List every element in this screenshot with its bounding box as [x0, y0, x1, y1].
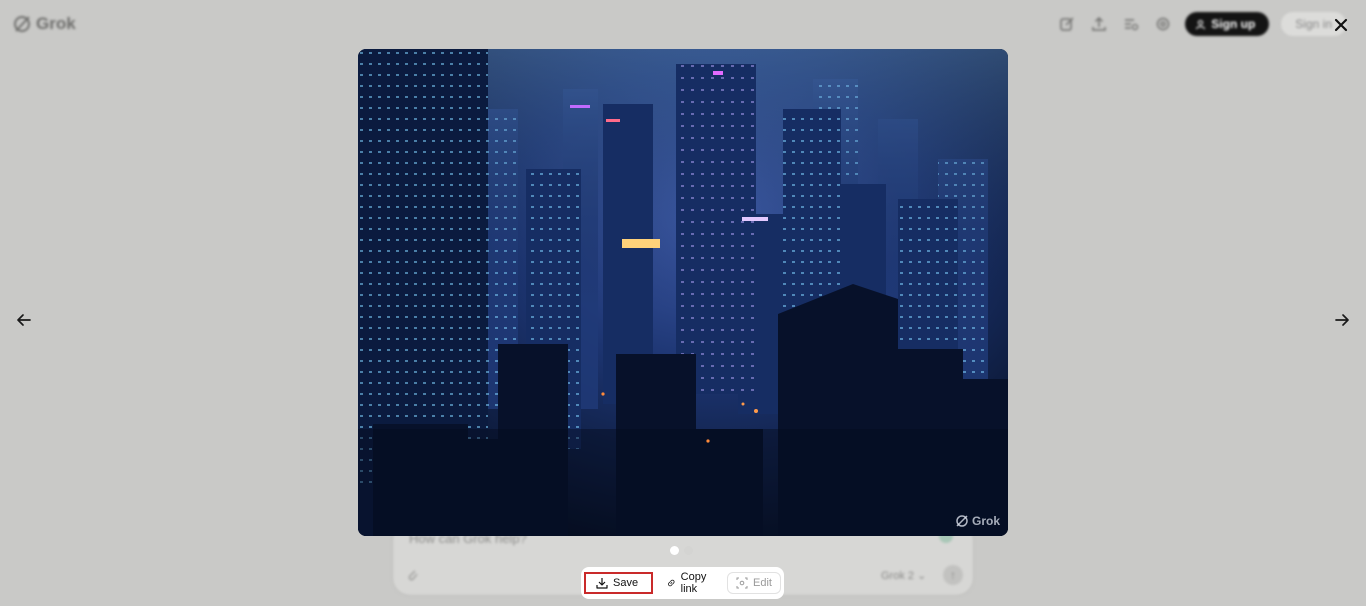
new-chat-icon[interactable] — [1057, 14, 1077, 34]
arrow-up-icon: ↑ — [950, 568, 956, 582]
arrow-right-icon — [1335, 314, 1349, 326]
attach-icon[interactable] — [405, 567, 421, 583]
signup-button[interactable]: Sign up — [1185, 12, 1270, 36]
model-selector[interactable]: Grok 2 ⌄ — [881, 569, 926, 582]
edit-button[interactable]: Edit — [727, 572, 781, 594]
download-icon — [596, 578, 608, 589]
link-icon — [668, 579, 675, 587]
logo-text: Grok — [36, 14, 76, 33]
city-skyline-image — [358, 49, 1008, 536]
edit-image-icon — [736, 577, 748, 589]
signup-label: Sign up — [1211, 17, 1256, 31]
generated-image[interactable]: Grok — [358, 49, 1008, 536]
share-icon[interactable] — [1089, 14, 1109, 34]
next-image-button[interactable] — [1331, 309, 1353, 331]
close-icon — [1334, 18, 1348, 32]
copy-link-button[interactable]: Copy link — [657, 571, 723, 595]
signin-label: Sign in — [1295, 17, 1332, 31]
previous-image-button[interactable] — [13, 309, 35, 331]
user-icon — [1196, 19, 1206, 29]
send-button[interactable]: ↑ — [943, 565, 963, 585]
grok-logo-icon — [14, 16, 30, 32]
grok-watermark-icon — [956, 515, 968, 527]
settings-icon[interactable] — [1153, 14, 1173, 34]
close-button[interactable] — [1330, 14, 1352, 36]
grok-watermark: Grok — [955, 514, 1000, 528]
edit-label: Edit — [753, 577, 772, 589]
image-pagination — [670, 546, 693, 555]
copy-link-label: Copy link — [680, 571, 707, 595]
save-button[interactable]: Save — [584, 572, 654, 594]
arrow-left-icon — [17, 314, 31, 326]
header-actions: Sign up Sign in — [1057, 12, 1346, 36]
grok-logo[interactable]: Grok — [12, 14, 76, 34]
save-label: Save — [613, 577, 639, 589]
pagination-dot-2[interactable] — [684, 546, 693, 555]
history-icon[interactable] — [1121, 14, 1141, 34]
pagination-dot-1[interactable] — [670, 546, 679, 555]
watermark-text: Grok — [971, 514, 1000, 528]
image-toolbar: Save Copy link Edit — [581, 567, 784, 599]
